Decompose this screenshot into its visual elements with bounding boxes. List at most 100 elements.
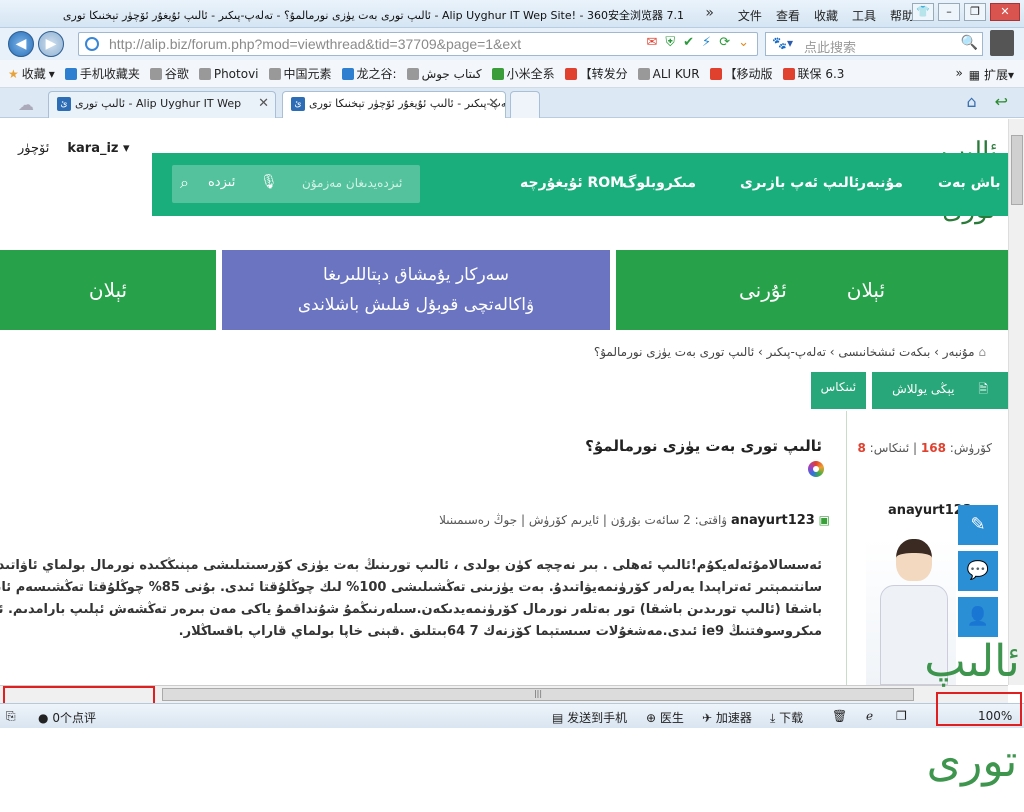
more-icon[interactable]: » — [955, 66, 962, 83]
post-line: مىكروسوفتنىڭ ie9 ئىدى.مەشغۇلات سىستېما ك… — [178, 624, 822, 639]
bookmark-forward[interactable]: 【转发分 — [564, 65, 628, 82]
rocket-icon: ✈ — [702, 711, 713, 725]
edit-icon[interactable]: ✎ — [958, 505, 998, 545]
back-button[interactable]: ◀ — [8, 31, 34, 57]
username-link[interactable]: kara_iz ▾ — [67, 141, 129, 156]
close-button[interactable]: ✕ — [990, 3, 1020, 21]
user-avatar[interactable] — [990, 30, 1014, 56]
window-icon[interactable]: ❐ — [896, 709, 907, 723]
search-button[interactable]: ئىزدە — [208, 175, 235, 190]
bookmark-google[interactable]: 谷歌 — [149, 65, 189, 82]
hscroll-thumb[interactable]: ||| — [162, 688, 914, 701]
microphone-icon[interactable]: 🎙 — [260, 174, 278, 190]
doctor-button[interactable]: ⊕ 医生 — [646, 709, 684, 726]
menu-view[interactable]: 查看 — [776, 7, 800, 24]
close-tab-icon[interactable]: ✕ — [258, 96, 269, 111]
doctor-icon: ⊕ — [646, 711, 657, 725]
search-icon[interactable]: 🔍 — [961, 35, 978, 51]
wechat-icon[interactable]: 💬 — [958, 551, 998, 591]
chevron-icon[interactable]: » — [705, 5, 714, 21]
home-icon[interactable]: ⌂ — [978, 345, 986, 359]
bookmark-xiaomi[interactable]: 小米全系 — [491, 65, 555, 82]
phone-icon: ▤ — [552, 711, 564, 725]
search-placeholder[interactable]: 点此搜索 — [804, 37, 856, 56]
ie-icon[interactable]: ℯ — [866, 709, 873, 723]
nav-microblog[interactable]: مىكروبلوگ — [622, 175, 696, 191]
author-name[interactable]: anayurt123 — [731, 513, 815, 528]
bookmark-chinese-elements[interactable]: 中国元素 — [268, 65, 332, 82]
send-to-phone[interactable]: ▤ 发送到手机 — [552, 709, 627, 726]
bookmark-mobile-version[interactable]: 【移动版 — [709, 65, 773, 82]
refresh-icon[interactable]: ⟳ — [719, 35, 730, 50]
star-icon: ★ — [8, 66, 19, 81]
alip-favicon-icon: ئ — [57, 97, 71, 111]
breadcrumb: مۇنبەر › بىكەت ئىشخانىسى › تەلەپ-پىكىر ›… — [593, 345, 986, 359]
nav-forum[interactable]: مۇنبەر — [858, 175, 903, 191]
shirt-icon[interactable]: 👕 — [912, 3, 934, 21]
reply-button[interactable]: ئىنكاس — [810, 372, 867, 409]
grid-icon: ▦ — [968, 68, 981, 82]
bookmark-mobile[interactable]: 手机收藏夹 — [64, 65, 140, 82]
search-box[interactable]: 🐾▾ 点此搜索 🔍 — [765, 32, 983, 56]
baidu-paw-icon[interactable]: 🐾▾ — [772, 36, 793, 50]
tab-feedback[interactable]: ئ تەلەپ-پىكىر - ئالىپ ئۇيغۇر ئۆچۈر تېخنىك… — [282, 91, 506, 118]
new-post-button[interactable]: يېڭى يوللاش 🗎 — [872, 372, 1008, 409]
ad-banner-right[interactable]: ئۇرنى ئېلان — [616, 250, 1008, 330]
menu-tools[interactable]: 工具 — [852, 7, 876, 24]
trash-icon[interactable]: 🗑 — [832, 709, 847, 723]
comments-status[interactable]: ● 0个点评 — [38, 709, 96, 726]
alip-favicon-icon: ئ — [291, 97, 305, 111]
ad-banner-middle[interactable]: سەركار يۇمشاق دېتاللىرىغا ۋاكالەتچى قوبۇ… — [222, 250, 610, 330]
vertical-scrollbar[interactable] — [1008, 119, 1024, 685]
alip-watermark-logo: ئالىپ تورى — [924, 636, 1020, 787]
phone-icon — [64, 67, 77, 80]
menu-help[interactable]: 帮助 — [890, 7, 914, 24]
dropdown-icon[interactable]: ⌄ — [738, 35, 749, 50]
title-bar: ئالىپ تورى بەت يۈزى نورمالمۇ؟ - تەلەپ-پى… — [0, 0, 1024, 28]
nav-search-input[interactable]: ئىزدەيدىغان مەزمۇن — [302, 176, 402, 190]
thread-title: ئالىپ تورى بەت يۈزى نورمالمۇ؟ — [585, 437, 822, 455]
search-icon[interactable]: ⌕ — [180, 173, 189, 193]
minimize-button[interactable]: – — [938, 3, 960, 21]
mail-icon[interactable]: ✉ — [646, 35, 657, 50]
user-info-link[interactable]: ئۆچۈر — [18, 141, 49, 156]
forward-button[interactable]: ▶ — [38, 31, 64, 57]
tab-alip-home[interactable]: ئ ئالىپ تورى - Alip Uyghur IT Wep ✕ — [48, 91, 276, 118]
post-line: سانتىمېتىر ئەتراپىدا يەرلەر كۆرۈنمەيۋاتى… — [0, 580, 822, 595]
post-line: ئەسسالامۇئەلەيكۇم!ئالىپ ئەھلى . بىر نەچچ… — [0, 558, 822, 573]
menu-favorites[interactable]: 收藏 — [814, 7, 838, 24]
bookmark-lianbao[interactable]: 联保 6.3 — [782, 65, 844, 82]
lightning-icon[interactable]: ⚡ — [702, 35, 711, 50]
address-url[interactable]: http://alip.biz/forum.php?mod=viewthread… — [109, 36, 521, 52]
download-button[interactable]: ⤓ 下载 — [770, 709, 803, 726]
bookmark-dragon-nest[interactable]: 龙之谷: — [341, 65, 397, 82]
nav-app-store[interactable]: ئالىپ ئەپ بازىرى — [740, 175, 859, 191]
new-tab-button[interactable] — [510, 91, 540, 118]
undo-close-icon[interactable]: ↩ — [995, 92, 1008, 111]
shield-icon — [782, 67, 795, 80]
accelerator-button[interactable]: ✈ 加速器 — [702, 709, 752, 726]
bookmark-favorites[interactable]: ★ 收藏 ▾ — [8, 65, 55, 82]
expand-button[interactable]: ▦ 扩展▾ — [969, 66, 1014, 83]
ad-banner-left[interactable]: ئېلان — [0, 250, 216, 330]
bookmark-kitab[interactable]: كىتاب جوش — [406, 67, 482, 81]
menu-file[interactable]: 文件 — [738, 7, 762, 24]
cloud-icon[interactable]: ☁ — [18, 95, 34, 114]
scroll-thumb[interactable] — [1011, 135, 1023, 205]
check-icon[interactable]: ✔ — [683, 35, 694, 50]
nav-home[interactable]: باش بەت — [938, 175, 1001, 191]
bookmark-photovi[interactable]: Photovi — [198, 67, 259, 81]
download-icon: ⤓ — [770, 711, 776, 725]
nav-search: ⌕ ئىزدە 🎙 ئىزدەيدىغان مەزمۇن — [172, 165, 420, 203]
home-icon[interactable]: ⌂ — [966, 92, 976, 111]
online-status-icon: ▣ — [818, 513, 830, 527]
site-icon — [85, 37, 99, 51]
nav-rom[interactable]: ئۇيغۇرچە ROM — [520, 175, 624, 191]
shield-icon[interactable]: ⛨ — [665, 35, 675, 50]
address-bar[interactable]: http://alip.biz/forum.php?mod=viewthread… — [78, 32, 758, 56]
window-title: ئالىپ تورى بەت يۈزى نورمالمۇ؟ - تەلەپ-پى… — [62, 9, 684, 22]
bookmark-ali-kur[interactable]: ALI KUR — [637, 67, 700, 81]
page-icon[interactable]: ⎘ — [6, 709, 16, 724]
restore-button[interactable]: ❐ — [964, 3, 986, 21]
close-tab-icon[interactable]: ✕ — [488, 96, 499, 111]
